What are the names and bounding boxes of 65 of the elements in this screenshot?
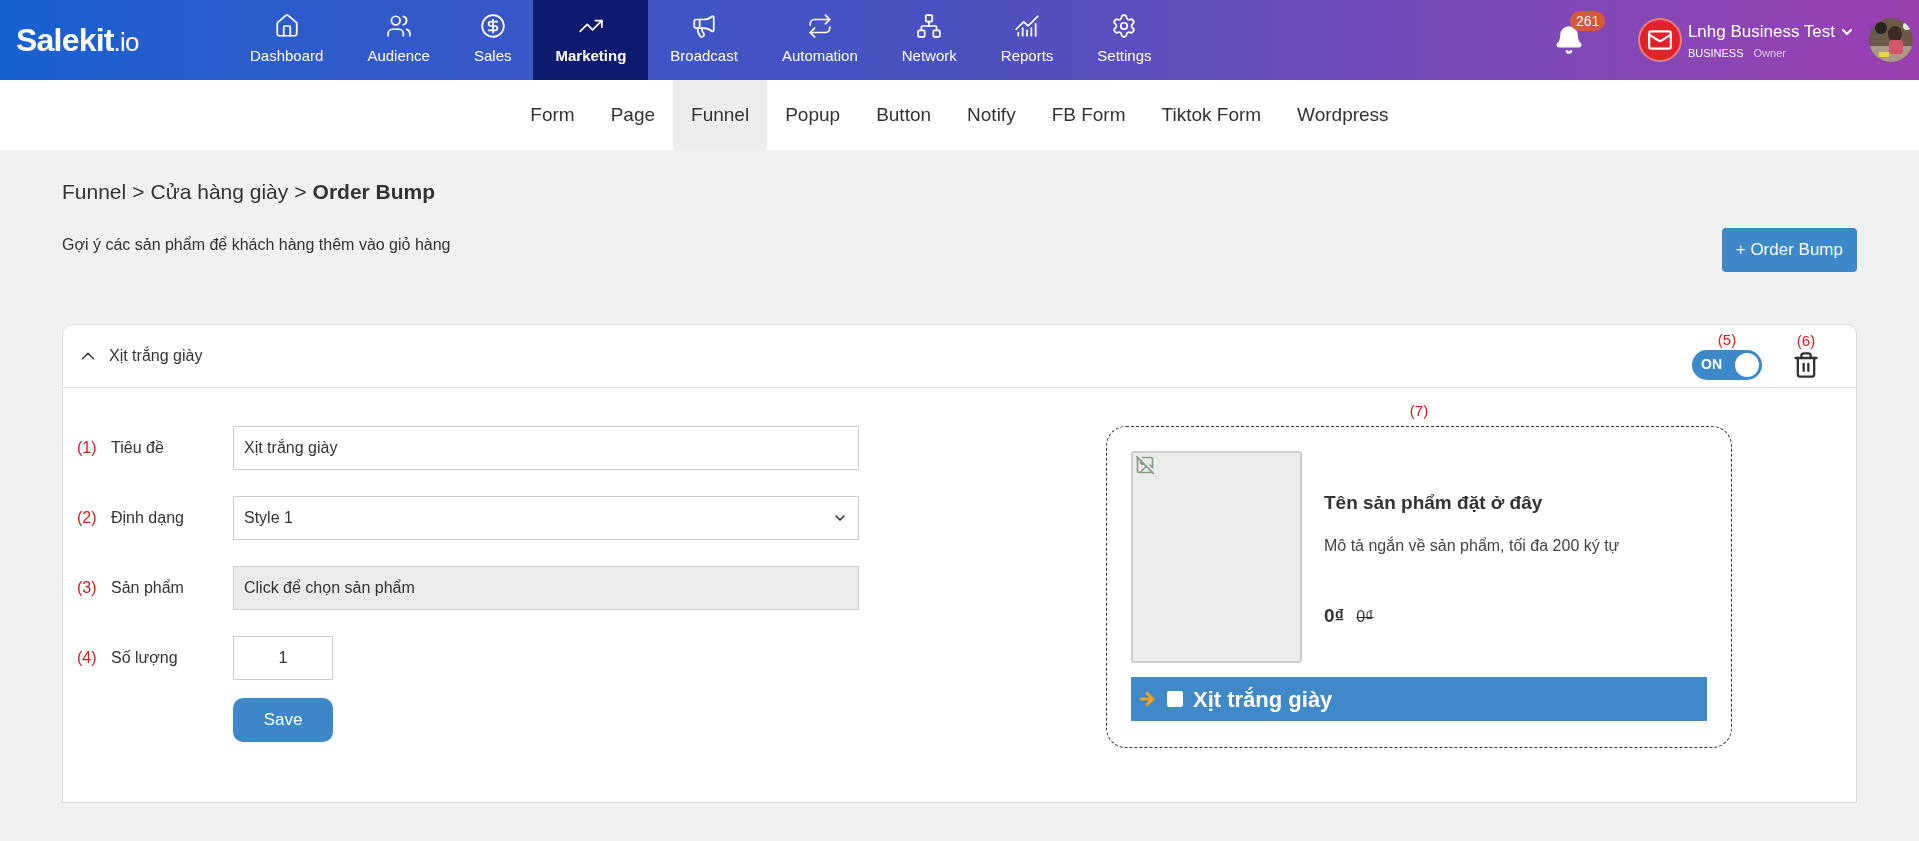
add-order-bump-button[interactable]: + Order Bump (1721, 227, 1857, 272)
sub-tab[interactable]: Form (512, 80, 593, 150)
product-price: 0₫ (1324, 603, 1345, 628)
annotation-marker: (3) (77, 577, 98, 598)
mail-icon[interactable] (1637, 18, 1682, 62)
sub-tab[interactable]: Funnel (673, 80, 768, 150)
chart-icon (1014, 12, 1041, 39)
delete-icon[interactable] (1792, 350, 1820, 379)
panel-title: Xịt trắng giày (109, 345, 203, 366)
sub-tab[interactable]: Popup (767, 80, 859, 150)
account-plan: BUSINESS (1687, 45, 1744, 61)
breadcrumb-item[interactable]: Funnel (62, 176, 127, 208)
quantity-input[interactable]: 1 (233, 635, 333, 680)
breadcrumb-item: Order Bump (312, 179, 436, 205)
product-description: Mô tả ngắn về sản phẩm, tối đa 200 ký tự (1324, 535, 1620, 556)
nav-tab[interactable]: Settings (1075, 0, 1174, 80)
nav-tab[interactable]: Dashboard (228, 0, 346, 80)
nav-tab[interactable]: Broadcast (648, 0, 760, 80)
dollar-icon (479, 12, 506, 39)
logo[interactable]: Salekit.io (0, 16, 228, 64)
product-picker-field[interactable]: Click để chọn sản phẩm (233, 565, 859, 610)
settings-icon (1111, 12, 1138, 39)
nav-tab[interactable]: Automation (759, 0, 880, 80)
original-price: 0₫ (1356, 606, 1374, 627)
sub-tab[interactable]: Wordpress (1279, 80, 1407, 150)
bump-label: Xịt trắng giày (1193, 685, 1333, 714)
page-description: Gợi ý các sản phẩm để khách hàng thêm vào giỏ hàng (62, 234, 451, 255)
save-button[interactable]: Save (233, 697, 333, 742)
sub-tab[interactable]: Tiktok Form (1143, 80, 1280, 150)
field-label: Số lượng (111, 647, 179, 668)
broken-image-icon (1135, 455, 1155, 475)
sub-tab[interactable]: Notify (949, 80, 1034, 150)
on-off-toggle[interactable]: ON (1692, 349, 1762, 380)
breadcrumb-item[interactable]: Cửa hàng giày (150, 176, 289, 208)
annotation-marker: (4) (77, 647, 98, 668)
annotation-marker: (7) (1409, 400, 1429, 421)
bump-checkbox[interactable] (1167, 691, 1183, 707)
house-icon (273, 12, 300, 39)
title-input[interactable]: Xịt trắng giày (233, 425, 859, 470)
breadcrumb-separator: > (294, 179, 307, 205)
style-dropdown[interactable]: Style 1 (233, 495, 859, 540)
account-role: Owner (1753, 45, 1786, 61)
annotation-marker: (2) (77, 507, 98, 528)
product-name: Tên sản phẩm đặt ở đây (1324, 491, 1544, 515)
megaphone-icon (691, 12, 718, 39)
network-icon (916, 12, 943, 39)
field-label: Sản phẩm (111, 577, 185, 598)
nav-tab[interactable]: Audience (345, 0, 452, 80)
annotation-marker: (1) (77, 437, 98, 458)
repeat-icon (806, 12, 833, 39)
nav-tab[interactable]: Reports (978, 0, 1076, 80)
nav-tab[interactable]: Sales (451, 0, 534, 80)
field-label: Định dạng (111, 507, 185, 528)
sub-tab[interactable]: FB Form (1033, 80, 1144, 150)
annotation-marker: (5) (1717, 331, 1737, 348)
nav-tab[interactable]: Network (879, 0, 979, 80)
sub-tab[interactable]: Page (592, 80, 674, 150)
users-icon (385, 12, 412, 39)
annotation-marker: (6) (1796, 332, 1816, 349)
account-name[interactable]: Lnhg Business Test (1687, 19, 1835, 45)
notification-count: 261 (1569, 11, 1606, 31)
field-label: Tiêu đề (111, 437, 165, 458)
sub-tab[interactable]: Button (858, 80, 950, 150)
breadcrumb-separator: > (132, 179, 145, 205)
nav-tab[interactable]: Marketing (533, 0, 649, 80)
